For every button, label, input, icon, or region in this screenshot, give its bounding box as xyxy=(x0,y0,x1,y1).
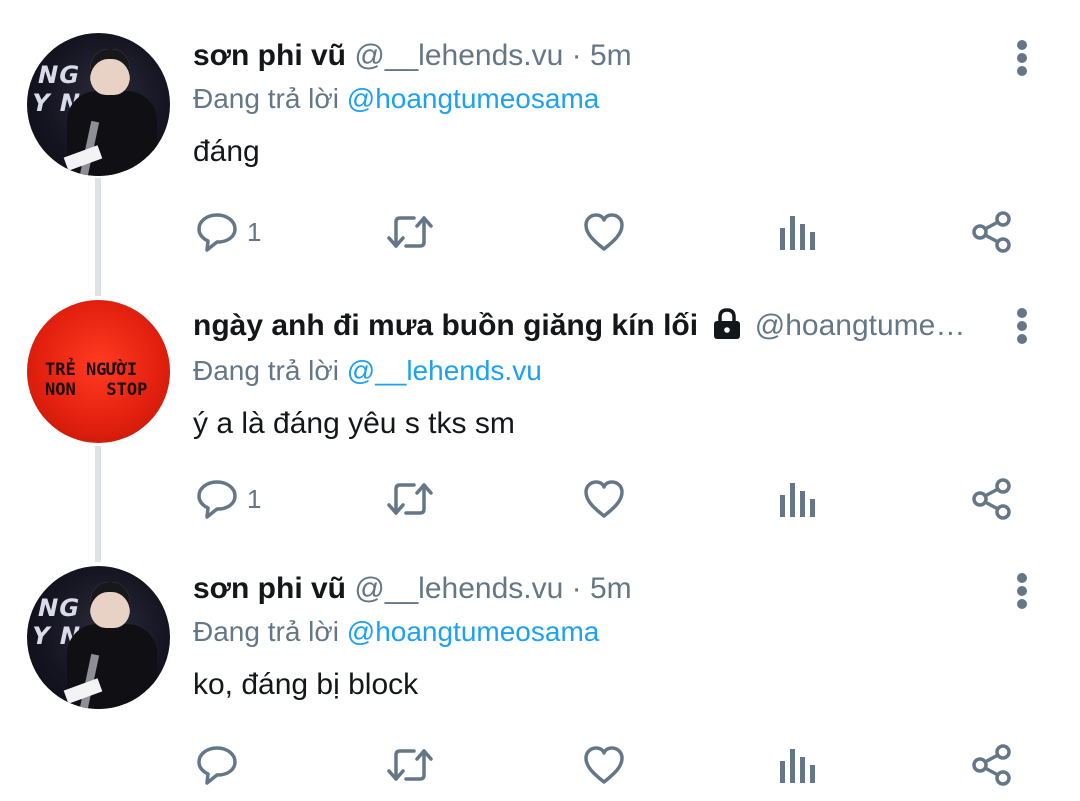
display-name[interactable]: sơn phi vũ xyxy=(193,39,346,72)
lock-icon xyxy=(714,308,741,340)
reply-button[interactable] xyxy=(195,740,247,790)
action-bar: 1 xyxy=(190,207,1020,257)
like-icon xyxy=(584,213,624,251)
retweet-icon xyxy=(387,483,433,515)
like-button[interactable] xyxy=(582,740,626,790)
tweet-text: ý a là đáng yêu s tks sm xyxy=(193,407,515,441)
action-bar xyxy=(190,740,1020,790)
analytics-button[interactable] xyxy=(777,207,817,257)
avatar-person-head xyxy=(90,582,130,628)
tweet-header: sơn phi vũ @__lehends.vu · 5m xyxy=(193,38,993,74)
separator-dot: · xyxy=(571,572,582,605)
replying-to: Đang trả lời @hoangtumeosama xyxy=(193,82,993,116)
share-icon xyxy=(972,478,1011,520)
replying-prefix: Đang trả lời xyxy=(193,355,339,387)
timestamp: 5m xyxy=(589,39,632,72)
retweet-icon xyxy=(387,216,433,248)
mention-link[interactable]: @hoangtumeosama xyxy=(347,83,600,114)
analytics-button[interactable] xyxy=(777,740,817,790)
retweet-button[interactable] xyxy=(386,207,434,257)
replying-to: Đang trả lời @hoangtumeosama xyxy=(193,615,993,649)
display-name[interactable]: ngày anh đi mưa buồn giăng kín lối xyxy=(193,309,698,342)
tweet[interactable]: NG Y No sơn phi vũ @__lehends.vu · 5m Đa… xyxy=(0,0,1080,270)
tweet[interactable]: TRẺ NGƯỜI NON STOP ngày anh đi mưa buồn … xyxy=(0,270,1080,540)
retweet-icon xyxy=(387,749,433,781)
avatar[interactable]: NG Y No xyxy=(27,566,170,709)
reply-button[interactable]: 1 xyxy=(195,207,261,257)
avatar[interactable]: TRẺ NGƯỜI NON STOP xyxy=(27,300,170,443)
like-icon xyxy=(584,746,624,784)
reply-button[interactable]: 1 xyxy=(195,474,261,524)
user-handle[interactable]: @hoangtume… xyxy=(755,309,966,342)
tweet-header: ngày anh đi mưa buồn giăng kín lối @hoan… xyxy=(193,308,993,346)
more-options-button[interactable] xyxy=(1014,571,1030,611)
user-handle[interactable]: @__lehends.vu xyxy=(354,39,563,72)
reply-count: 1 xyxy=(247,483,262,514)
analytics-button[interactable] xyxy=(777,474,817,524)
like-icon xyxy=(584,480,624,518)
timestamp: 5m xyxy=(589,572,632,605)
like-button[interactable] xyxy=(582,207,626,257)
like-button[interactable] xyxy=(582,474,626,524)
reply-icon xyxy=(197,480,237,519)
tweet-header: sơn phi vũ @__lehends.vu · 5m xyxy=(193,571,993,607)
replying-prefix: Đang trả lời xyxy=(193,616,339,647)
mention-link[interactable]: @hoangtumeosama xyxy=(347,616,600,647)
avatar-shirt-text: TRẺ NGƯỜI NON STOP xyxy=(45,360,148,400)
share-icon xyxy=(972,211,1011,253)
avatar[interactable]: NG Y No xyxy=(27,33,170,176)
mention-link[interactable]: @__lehends.vu xyxy=(347,355,542,386)
share-button[interactable] xyxy=(970,474,1014,524)
analytics-icon xyxy=(780,216,815,250)
retweet-button[interactable] xyxy=(386,740,434,790)
user-handle[interactable]: @__lehends.vu xyxy=(354,572,563,605)
more-options-button[interactable] xyxy=(1014,306,1030,346)
tweet-text: ko, đáng bị block xyxy=(193,668,419,701)
analytics-icon xyxy=(780,749,815,783)
action-bar: 1 xyxy=(190,474,1020,524)
share-button[interactable] xyxy=(970,207,1014,257)
share-button[interactable] xyxy=(970,740,1014,790)
display-name[interactable]: sơn phi vũ xyxy=(193,572,346,605)
reply-count: 1 xyxy=(247,216,262,247)
separator-dot: · xyxy=(571,39,582,72)
share-icon xyxy=(972,744,1011,786)
replying-to: Đang trả lời @__lehends.vu xyxy=(193,354,993,388)
reply-icon xyxy=(197,746,237,785)
replying-prefix: Đang trả lời xyxy=(193,83,339,114)
retweet-button[interactable] xyxy=(386,474,434,524)
reply-icon xyxy=(197,213,237,252)
tweet-text: đáng xyxy=(193,135,260,168)
tweet[interactable]: NG Y No sơn phi vũ @__lehends.vu · 5m Đa… xyxy=(0,540,1080,801)
more-options-button[interactable] xyxy=(1014,38,1030,78)
avatar-person-head xyxy=(90,49,130,95)
analytics-icon xyxy=(780,483,815,517)
